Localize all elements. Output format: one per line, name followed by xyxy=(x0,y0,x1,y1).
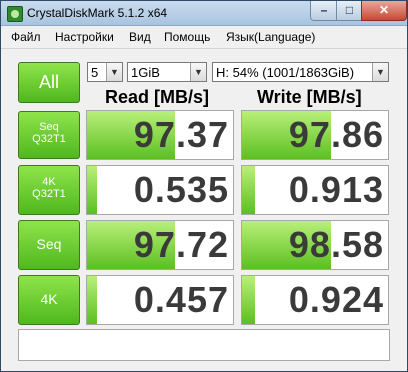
row-label: Seq xyxy=(39,121,59,133)
4k-q32t1-read-cell: 0.535 xyxy=(86,165,234,215)
write-header: Write [MB/s] xyxy=(257,87,362,107)
minimize-icon: – xyxy=(320,3,328,17)
drive-value: H: 54% (1001/1863GiB) xyxy=(216,65,355,80)
window-title: CrystalDiskMark 5.1.2 x64 xyxy=(27,6,168,20)
test-count-select[interactable]: 5 ▼ xyxy=(87,62,123,82)
4k-write-cell: 0.924 xyxy=(241,275,389,325)
drive-select[interactable]: H: 54% (1001/1863GiB) ▼ xyxy=(212,62,389,82)
status-bar xyxy=(18,329,390,361)
menu-help[interactable]: Помощь xyxy=(164,30,210,44)
seq-read-cell: 97.72 xyxy=(86,220,234,270)
row-label: 4K xyxy=(42,176,56,188)
app-icon xyxy=(7,6,23,22)
chevron-down-icon: ▼ xyxy=(372,63,388,81)
chevron-down-icon: ▼ xyxy=(106,63,122,81)
progress-fill xyxy=(242,276,256,324)
seq-write-value: 98.58 xyxy=(288,224,384,265)
4k-q32t1-button[interactable]: 4K Q32T1 xyxy=(18,165,80,215)
seq-q32t1-read-value: 97.37 xyxy=(133,114,229,155)
4k-read-cell: 0.457 xyxy=(86,275,234,325)
chevron-down-icon: ▼ xyxy=(190,63,206,81)
4k-button[interactable]: 4K xyxy=(18,275,80,325)
progress-fill xyxy=(87,166,98,214)
row-sublabel: Q32T1 xyxy=(32,133,66,145)
row-label: Seq xyxy=(36,236,62,252)
test-count-value: 5 xyxy=(91,65,99,80)
maximize-icon: □ xyxy=(345,3,354,17)
seq-q32t1-read-cell: 97.37 xyxy=(86,110,234,160)
read-header: Read [MB/s] xyxy=(105,87,210,107)
minimize-button[interactable]: – xyxy=(310,1,338,21)
4k-q32t1-write-value: 0.913 xyxy=(288,169,384,210)
seq-read-value: 97.72 xyxy=(133,224,229,265)
4k-read-value: 0.457 xyxy=(133,279,229,320)
row-sublabel: Q32T1 xyxy=(32,188,66,200)
4k-q32t1-read-value: 0.535 xyxy=(133,169,229,210)
4k-q32t1-write-cell: 0.913 xyxy=(241,165,389,215)
maximize-button[interactable]: □ xyxy=(336,1,363,21)
test-size-select[interactable]: 1GiB ▼ xyxy=(127,62,207,82)
seq-q32t1-write-value: 97.86 xyxy=(288,114,384,155)
seq-q32t1-button[interactable]: Seq Q32T1 xyxy=(18,111,80,159)
menu-language[interactable]: Язык(Language) xyxy=(226,30,315,44)
app-window: CrystalDiskMark 5.1.2 x64 – □ ✕ Файл Нас… xyxy=(0,0,408,372)
seq-write-cell: 98.58 xyxy=(241,220,389,270)
progress-fill xyxy=(87,276,98,324)
close-button[interactable]: ✕ xyxy=(361,1,407,21)
menu-view[interactable]: Вид xyxy=(129,30,151,44)
menu-bar: Файл Настройки Вид Помощь Язык(Language) xyxy=(1,26,407,49)
seq-button[interactable]: Seq xyxy=(18,220,80,270)
test-size-value: 1GiB xyxy=(131,65,160,80)
menu-settings[interactable]: Настройки xyxy=(55,30,114,44)
progress-fill xyxy=(242,166,256,214)
title-bar[interactable]: CrystalDiskMark 5.1.2 x64 – □ ✕ xyxy=(1,1,407,26)
all-button[interactable]: All xyxy=(18,62,80,103)
close-icon: ✕ xyxy=(378,3,390,17)
4k-write-value: 0.924 xyxy=(288,279,384,320)
row-label: 4K xyxy=(40,291,58,307)
menu-file[interactable]: Файл xyxy=(11,30,41,44)
seq-q32t1-write-cell: 97.86 xyxy=(241,110,389,160)
